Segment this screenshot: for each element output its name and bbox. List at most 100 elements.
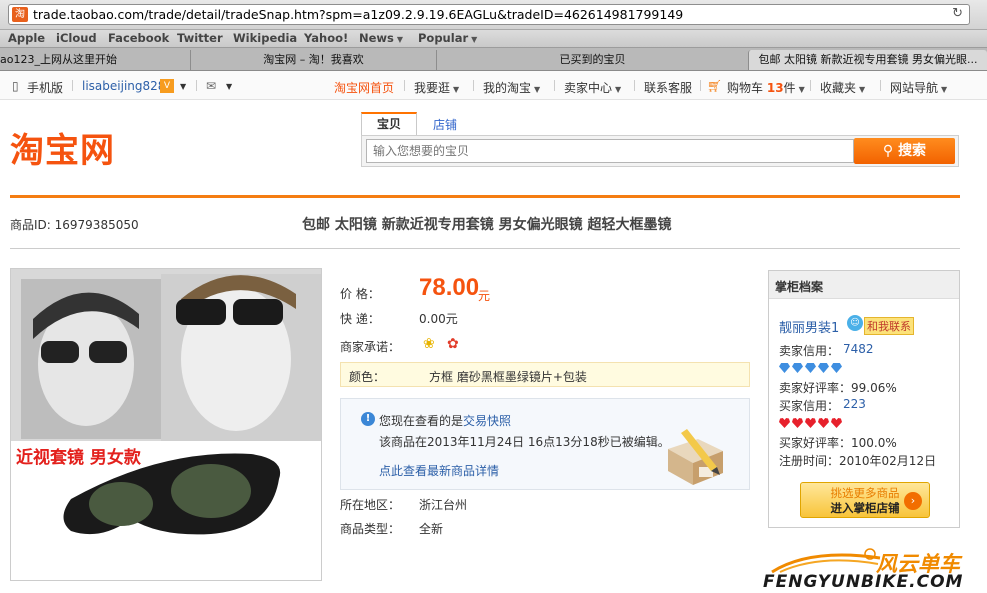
search-icon: ⚲ xyxy=(882,143,894,159)
browser-tab-hao123[interactable]: ao123_上网从这里开始 xyxy=(0,50,190,70)
taobao-top-nav: ▯ 手机版 lisabeijing828 V ▼ ✉ ▼ 淘宝网首页 我要逛 ▼ … xyxy=(0,71,987,100)
seller-center-menu[interactable]: 卖家中心 ▼ xyxy=(564,79,621,96)
color-option-row: 颜色： 方框 磨砂黑框墨绿镜片+包装 xyxy=(340,362,750,387)
search-box: ⚲ 搜索 xyxy=(361,135,959,167)
my-taobao-label: 我的淘宝 xyxy=(483,81,532,95)
chevron-down-icon[interactable]: ▼ xyxy=(180,82,186,91)
browser-tab-taobao-home[interactable]: 淘宝网 – 淘！我喜欢 xyxy=(190,50,436,70)
nav-divider xyxy=(72,80,73,91)
address-bar[interactable]: 淘 trade.taobao.com/trade/detail/tradeSna… xyxy=(8,4,970,25)
price-unit: 元 xyxy=(478,289,491,303)
nav-divider xyxy=(473,80,474,91)
bookmark-yahoo[interactable]: Yahoo! xyxy=(304,31,348,45)
shipping-value: 0.00元 xyxy=(419,312,458,326)
chevron-down-icon: ▼ xyxy=(615,85,622,94)
box-pencil-icon xyxy=(668,429,723,485)
my-taobao-menu[interactable]: 我的淘宝 ▼ xyxy=(483,79,540,96)
item-id: 商品ID: 16979385050 xyxy=(10,218,139,232)
seller-profile-panel: 掌柜档案 靓丽男装1 ☺ 和我联系 卖家信用： 7482 卖家好评率：99.06… xyxy=(768,270,960,528)
latest-details-link[interactable]: 点此查看最新商品详情 xyxy=(379,462,499,479)
site-nav-label: 网站导航 xyxy=(890,81,939,95)
promise-tulip-icon[interactable]: ✿ xyxy=(447,336,459,352)
cart-icon[interactable]: 🛒︎ xyxy=(707,79,722,93)
heart-icon xyxy=(792,418,803,428)
diamond-icon xyxy=(792,363,803,373)
favorites-label: 收藏夹 xyxy=(820,81,857,95)
chevron-down-icon: ▼ xyxy=(941,85,948,94)
cart-unit: 件 xyxy=(783,81,796,95)
search-input[interactable] xyxy=(366,139,854,163)
wangwang-icon[interactable]: ☺ xyxy=(847,315,863,331)
bookmark-wikipedia[interactable]: Wikipedia xyxy=(233,31,297,45)
arrow-right-icon: › xyxy=(904,492,922,510)
notice-edit-text: 该商品在2013年11月24日 16点13分18秒已被编辑。 xyxy=(379,435,670,449)
taobao-logo[interactable]: 淘宝网 xyxy=(10,123,115,172)
seller-positive-rate: 卖家好评率：99.06% xyxy=(779,381,897,395)
nav-divider xyxy=(196,80,197,91)
browser-toolbar: 淘 trade.taobao.com/trade/detail/tradeSna… xyxy=(0,0,987,30)
bookmark-popular[interactable]: Popular ▼ xyxy=(418,31,477,45)
browser-tab-active-item[interactable]: 包邮 太阳镜 新款近视专用套镜 男女偏光眼... xyxy=(748,50,987,70)
bookmark-icloud[interactable]: iCloud xyxy=(56,31,97,45)
search-tab-shop[interactable]: 店铺 xyxy=(433,116,457,133)
notice-prefix: 您现在查看的是 xyxy=(379,414,464,428)
enter-shop-button[interactable]: 挑选更多商品 进入掌柜店铺 › xyxy=(800,482,930,518)
color-label: 颜色： xyxy=(349,370,386,384)
bookmark-news[interactable]: News ▼ xyxy=(359,31,403,45)
buyer-credit-value[interactable]: 223 xyxy=(843,397,866,411)
info-icon: ! xyxy=(361,412,375,426)
chevron-down-icon: ▼ xyxy=(798,85,805,94)
cart-count: 13 xyxy=(766,81,784,95)
username-link[interactable]: lisabeijing828 xyxy=(82,79,165,93)
favorites-menu[interactable]: 收藏夹 ▼ xyxy=(820,79,865,96)
product-photo[interactable]: 近视套镜 男女款 xyxy=(10,268,322,581)
cart-label: 购物车 xyxy=(727,81,764,95)
browse-menu-label: 我要逛 xyxy=(414,81,451,95)
browse-menu[interactable]: 我要逛 ▼ xyxy=(414,79,459,96)
chevron-down-icon[interactable]: ▼ xyxy=(226,82,232,91)
search-button[interactable]: ⚲ 搜索 xyxy=(854,138,955,164)
member-badge-icon: V xyxy=(160,79,174,93)
diamond-icon xyxy=(831,363,842,373)
heart-icon xyxy=(779,418,790,428)
heart-icon xyxy=(805,418,816,428)
chevron-down-icon: ▼ xyxy=(396,35,404,44)
site-nav-menu[interactable]: 网站导航 ▼ xyxy=(890,79,947,96)
browser-tab-bought-items[interactable]: 已买到的宝贝 xyxy=(436,50,748,70)
seller-center-label: 卖家中心 xyxy=(564,81,613,95)
nav-divider xyxy=(634,80,635,91)
mobile-link[interactable]: 手机版 xyxy=(27,79,63,96)
seller-name-link[interactable]: 靓丽男装1 xyxy=(779,317,839,336)
price-value: 78.00 xyxy=(419,274,480,301)
heart-icon xyxy=(818,418,829,428)
bookmark-apple[interactable]: Apple xyxy=(8,31,45,45)
seller-credit-label: 卖家信用： xyxy=(779,344,840,358)
type-value: 全新 xyxy=(419,522,444,536)
url-text[interactable]: trade.taobao.com/trade/detail/tradeSnap.… xyxy=(33,7,683,22)
phone-icon: ▯ xyxy=(12,79,19,93)
customer-service-link[interactable]: 联系客服 xyxy=(644,79,692,96)
seller-credit-value[interactable]: 7482 xyxy=(843,342,874,356)
diamond-icon xyxy=(805,363,816,373)
snapshot-link[interactable]: 交易快照 xyxy=(463,414,511,428)
shipping-label: 快 递： xyxy=(340,312,380,326)
contact-me-button[interactable]: 和我联系 xyxy=(864,317,914,335)
bookmarks-bar: Apple iCloud Facebook Twitter Wikipedia … xyxy=(0,30,987,48)
header-divider xyxy=(10,195,960,198)
bookmark-twitter[interactable]: Twitter xyxy=(177,31,223,45)
search-tab-item[interactable]: 宝贝 xyxy=(361,112,417,136)
bookmark-facebook[interactable]: Facebook xyxy=(108,31,169,45)
search-button-label: 搜索 xyxy=(898,143,927,159)
promise-flower-icon[interactable]: ❀ xyxy=(423,336,435,352)
reload-icon[interactable]: ↻ xyxy=(952,6,963,21)
buyer-heart-rating xyxy=(779,417,844,431)
taobao-home-link[interactable]: 淘宝网首页 xyxy=(334,79,394,96)
watermark-swoosh-icon xyxy=(771,548,881,574)
photo-caption: 近视套镜 男女款 xyxy=(16,448,141,468)
mail-icon[interactable]: ✉ xyxy=(206,79,216,93)
cart-link[interactable]: 购物车 13件 ▼ xyxy=(727,79,805,96)
nav-divider xyxy=(880,80,881,91)
notice-line: 您现在查看的是交易快照 xyxy=(379,412,511,429)
taobao-favicon-icon: 淘 xyxy=(12,7,28,22)
chevron-down-icon: ▼ xyxy=(534,85,541,94)
